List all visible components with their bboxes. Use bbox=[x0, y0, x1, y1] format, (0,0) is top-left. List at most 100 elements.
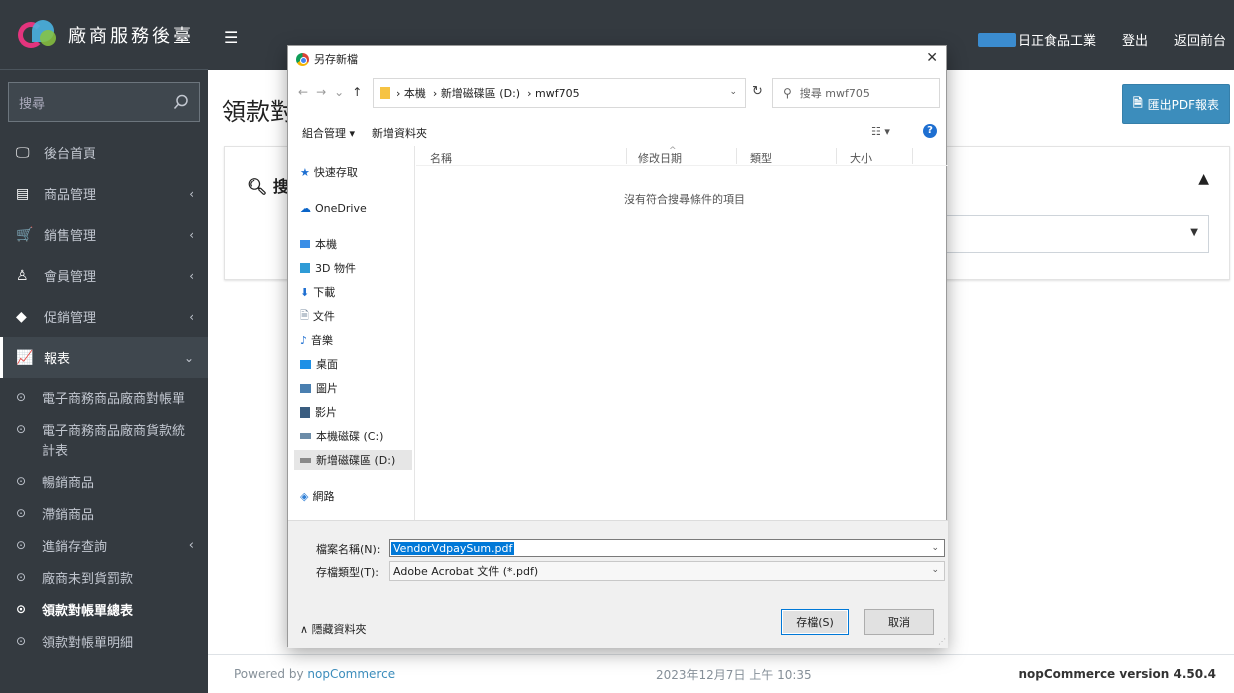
chevron-down-icon[interactable]: ⌄ bbox=[729, 87, 737, 97]
footer: Powered by nopCommerce 2023年12月7日 上午 10:… bbox=[208, 654, 1234, 693]
column-modified[interactable]: 修改日期 bbox=[638, 150, 682, 166]
sidebar-item-products[interactable]: ▤ 商品管理 ‹ bbox=[0, 173, 208, 214]
sidebar-item-label: 會員管理 bbox=[44, 270, 97, 285]
sidebar-subitem-payment-detail[interactable]: ⊙ 領款對帳單明細 bbox=[0, 626, 208, 658]
sidebar-subitem-payment-summary[interactable]: ⊙ 領款對帳單總表 bbox=[0, 594, 208, 626]
hide-folders-label: 隱藏資料夾 bbox=[311, 623, 367, 636]
tree-item-label: 快速存取 bbox=[313, 166, 358, 179]
export-pdf-button[interactable]: 🗎 匯出PDF報表 bbox=[1122, 84, 1230, 124]
navigation-pane: ★ 快速存取 ☁ OneDrive 本機 3D 物件 ⬇ 下載 🗎 文件 ♪ 音樂 桌面 … bbox=[288, 146, 415, 520]
close-icon[interactable]: ✕ bbox=[926, 50, 938, 66]
brand[interactable]: 廠商服務後臺 bbox=[0, 0, 208, 70]
breadcrumb-folder[interactable]: mwf705 bbox=[535, 87, 580, 100]
tree-item-quick-access[interactable]: ★ 快速存取 bbox=[294, 162, 412, 182]
computer-icon bbox=[300, 240, 310, 248]
column-size[interactable]: 大小 bbox=[850, 150, 872, 166]
column-separator bbox=[626, 148, 627, 164]
dialog-bottom-panel: 檔案名稱(N): VendorVdpaySum.pdf ⌄ 存檔類型(T): A… bbox=[288, 520, 948, 648]
tree-item-desktop[interactable]: 桌面 bbox=[294, 354, 412, 374]
tree-item-label: 本機磁碟 (C:) bbox=[316, 430, 384, 443]
chart-icon: 📈 bbox=[16, 349, 34, 366]
breadcrumb-this-pc[interactable]: 本機 bbox=[404, 87, 426, 100]
new-folder-button[interactable]: 新增資料夾 bbox=[372, 125, 427, 141]
tree-item-drive-d[interactable]: 新增磁碟區 (D:) bbox=[294, 450, 412, 470]
radio-icon: ⊙ bbox=[16, 634, 27, 648]
file-icon: 🗎 bbox=[300, 308, 309, 322]
filetype-select[interactable]: Adobe Acrobat 文件 (*.pdf) ⌄ bbox=[389, 561, 945, 581]
sidebar-subitem-label: 暢銷商品 bbox=[42, 476, 95, 491]
column-separator bbox=[836, 148, 837, 164]
tree-item-downloads[interactable]: ⬇ 下載 bbox=[294, 282, 412, 302]
sidebar-subitem-slow-sellers[interactable]: ⊙ 滯銷商品 bbox=[0, 498, 208, 530]
refresh-icon[interactable]: ↻ bbox=[752, 84, 763, 99]
help-icon[interactable]: ? bbox=[923, 124, 937, 138]
sidebar-item-label: 商品管理 bbox=[44, 188, 97, 203]
logout-link[interactable]: 登出 bbox=[1122, 30, 1148, 49]
sidebar-search-input[interactable]: 搜尋 bbox=[8, 82, 200, 122]
search-icon[interactable] bbox=[173, 94, 189, 110]
address-bar[interactable]: › 本機 › 新增磁碟區 (D:) › mwf705 ⌄ bbox=[373, 78, 746, 108]
folder-icon bbox=[380, 87, 390, 99]
tree-item-network[interactable]: ◈ 網路 bbox=[294, 486, 412, 506]
filename-input[interactable]: VendorVdpaySum.pdf ⌄ bbox=[389, 539, 945, 557]
dialog-search-input[interactable]: ⚲ 搜尋 mwf705 bbox=[772, 78, 940, 108]
sidebar-subitem-best-sellers[interactable]: ⊙ 暢銷商品 bbox=[0, 466, 208, 498]
radio-icon: ⊙ bbox=[16, 506, 27, 520]
network-icon: ◈ bbox=[300, 489, 309, 503]
cloud-icon: ☁ bbox=[300, 201, 311, 215]
footer-powered-link[interactable]: nopCommerce bbox=[307, 667, 395, 681]
back-arrow-icon[interactable]: ← bbox=[298, 85, 316, 99]
sidebar-subitem-payment-stats[interactable]: ⊙ 電子商務商品廠商貨款統計表 bbox=[0, 414, 208, 466]
sidebar-subitem-label: 電子商務商品廠商對帳單 bbox=[42, 392, 186, 407]
footer-powered-prefix: Powered by bbox=[234, 667, 308, 681]
sidebar-subitem-penalty[interactable]: ⊙ 廠商未到貨罰款 bbox=[0, 562, 208, 594]
view-options-icon[interactable]: ☷ ▾ bbox=[871, 125, 890, 138]
tree-item-music[interactable]: ♪ 音樂 bbox=[294, 330, 412, 350]
back-to-front-link[interactable]: 返回前台 bbox=[1174, 30, 1226, 49]
sidebar-subitem-vendor-statement[interactable]: ⊙ 電子商務商品廠商對帳單 bbox=[0, 382, 208, 414]
sidebar-item-members[interactable]: ♙ 會員管理 ‹ bbox=[0, 255, 208, 296]
resize-grip-icon[interactable]: ⋰ bbox=[938, 637, 946, 646]
search-select[interactable]: ▼ bbox=[945, 215, 1209, 253]
tree-item-videos[interactable]: 影片 bbox=[294, 402, 412, 422]
desktop-icon bbox=[300, 359, 311, 369]
chevron-down-icon: ⌄ bbox=[183, 350, 194, 365]
tree-item-drive-c[interactable]: 本機磁碟 (C:) bbox=[294, 426, 412, 446]
tree-item-documents[interactable]: 🗎 文件 bbox=[294, 306, 412, 326]
brand-title: 廠商服務後臺 bbox=[68, 25, 194, 47]
user-icon: ♙ bbox=[16, 267, 29, 284]
sidebar-item-reports[interactable]: 📈 報表 ⌄ bbox=[0, 337, 208, 378]
dialog-titlebar[interactable]: 另存新檔 bbox=[288, 46, 946, 72]
sidebar-item-dashboard[interactable]: 🖵 後台首頁 bbox=[0, 132, 208, 173]
tree-item-label: 音樂 bbox=[311, 334, 334, 347]
tree-item-pictures[interactable]: 圖片 bbox=[294, 378, 412, 398]
monitor-icon: 🖵 bbox=[16, 144, 30, 161]
tree-item-3d-objects[interactable]: 3D 物件 bbox=[294, 258, 412, 278]
sidebar-item-promotions[interactable]: ◆ 促銷管理 ‹ bbox=[0, 296, 208, 337]
forward-arrow-icon[interactable]: → bbox=[316, 85, 334, 99]
hide-folders-toggle[interactable]: ∧ 隱藏資料夾 bbox=[300, 621, 367, 637]
sidebar-subitem-inventory[interactable]: ⊙ 進銷存查詢 ‹ bbox=[0, 530, 208, 562]
sidebar-subitem-label: 廠商未到貨罰款 bbox=[42, 572, 134, 587]
tree-item-onedrive[interactable]: ☁ OneDrive bbox=[294, 198, 412, 218]
search-card-title[interactable]: 🔍︎ 搜 bbox=[247, 173, 289, 197]
chevron-left-icon: ‹ bbox=[188, 538, 194, 553]
collapse-icon[interactable]: ▲ bbox=[1198, 171, 1209, 187]
column-name[interactable]: 名稱 bbox=[430, 150, 452, 166]
column-type[interactable]: 類型 bbox=[750, 150, 772, 166]
cancel-button[interactable]: 取消 bbox=[864, 609, 934, 635]
chevron-down-icon[interactable]: ⌄ bbox=[931, 543, 939, 553]
tree-item-label: 影片 bbox=[315, 406, 337, 419]
save-button[interactable]: 存檔(S) bbox=[781, 609, 849, 635]
hamburger-icon[interactable]: ☰ bbox=[224, 28, 238, 47]
breadcrumb-drive-d[interactable]: 新增磁碟區 (D:) bbox=[441, 87, 520, 100]
search-icon: ⚲ bbox=[783, 86, 792, 100]
nav-arrows[interactable]: ←→⌄↑ bbox=[298, 85, 370, 99]
tree-item-this-pc[interactable]: 本機 bbox=[294, 234, 412, 254]
sidebar-item-label: 報表 bbox=[44, 352, 71, 367]
chevron-left-icon: ‹ bbox=[189, 227, 194, 242]
recent-dropdown-icon[interactable]: ⌄ bbox=[334, 85, 352, 99]
sidebar-item-sales[interactable]: 🛒 銷售管理 ‹ bbox=[0, 214, 208, 255]
organize-menu[interactable]: 組合管理 ▾ bbox=[302, 125, 355, 141]
up-arrow-icon[interactable]: ↑ bbox=[352, 85, 370, 99]
